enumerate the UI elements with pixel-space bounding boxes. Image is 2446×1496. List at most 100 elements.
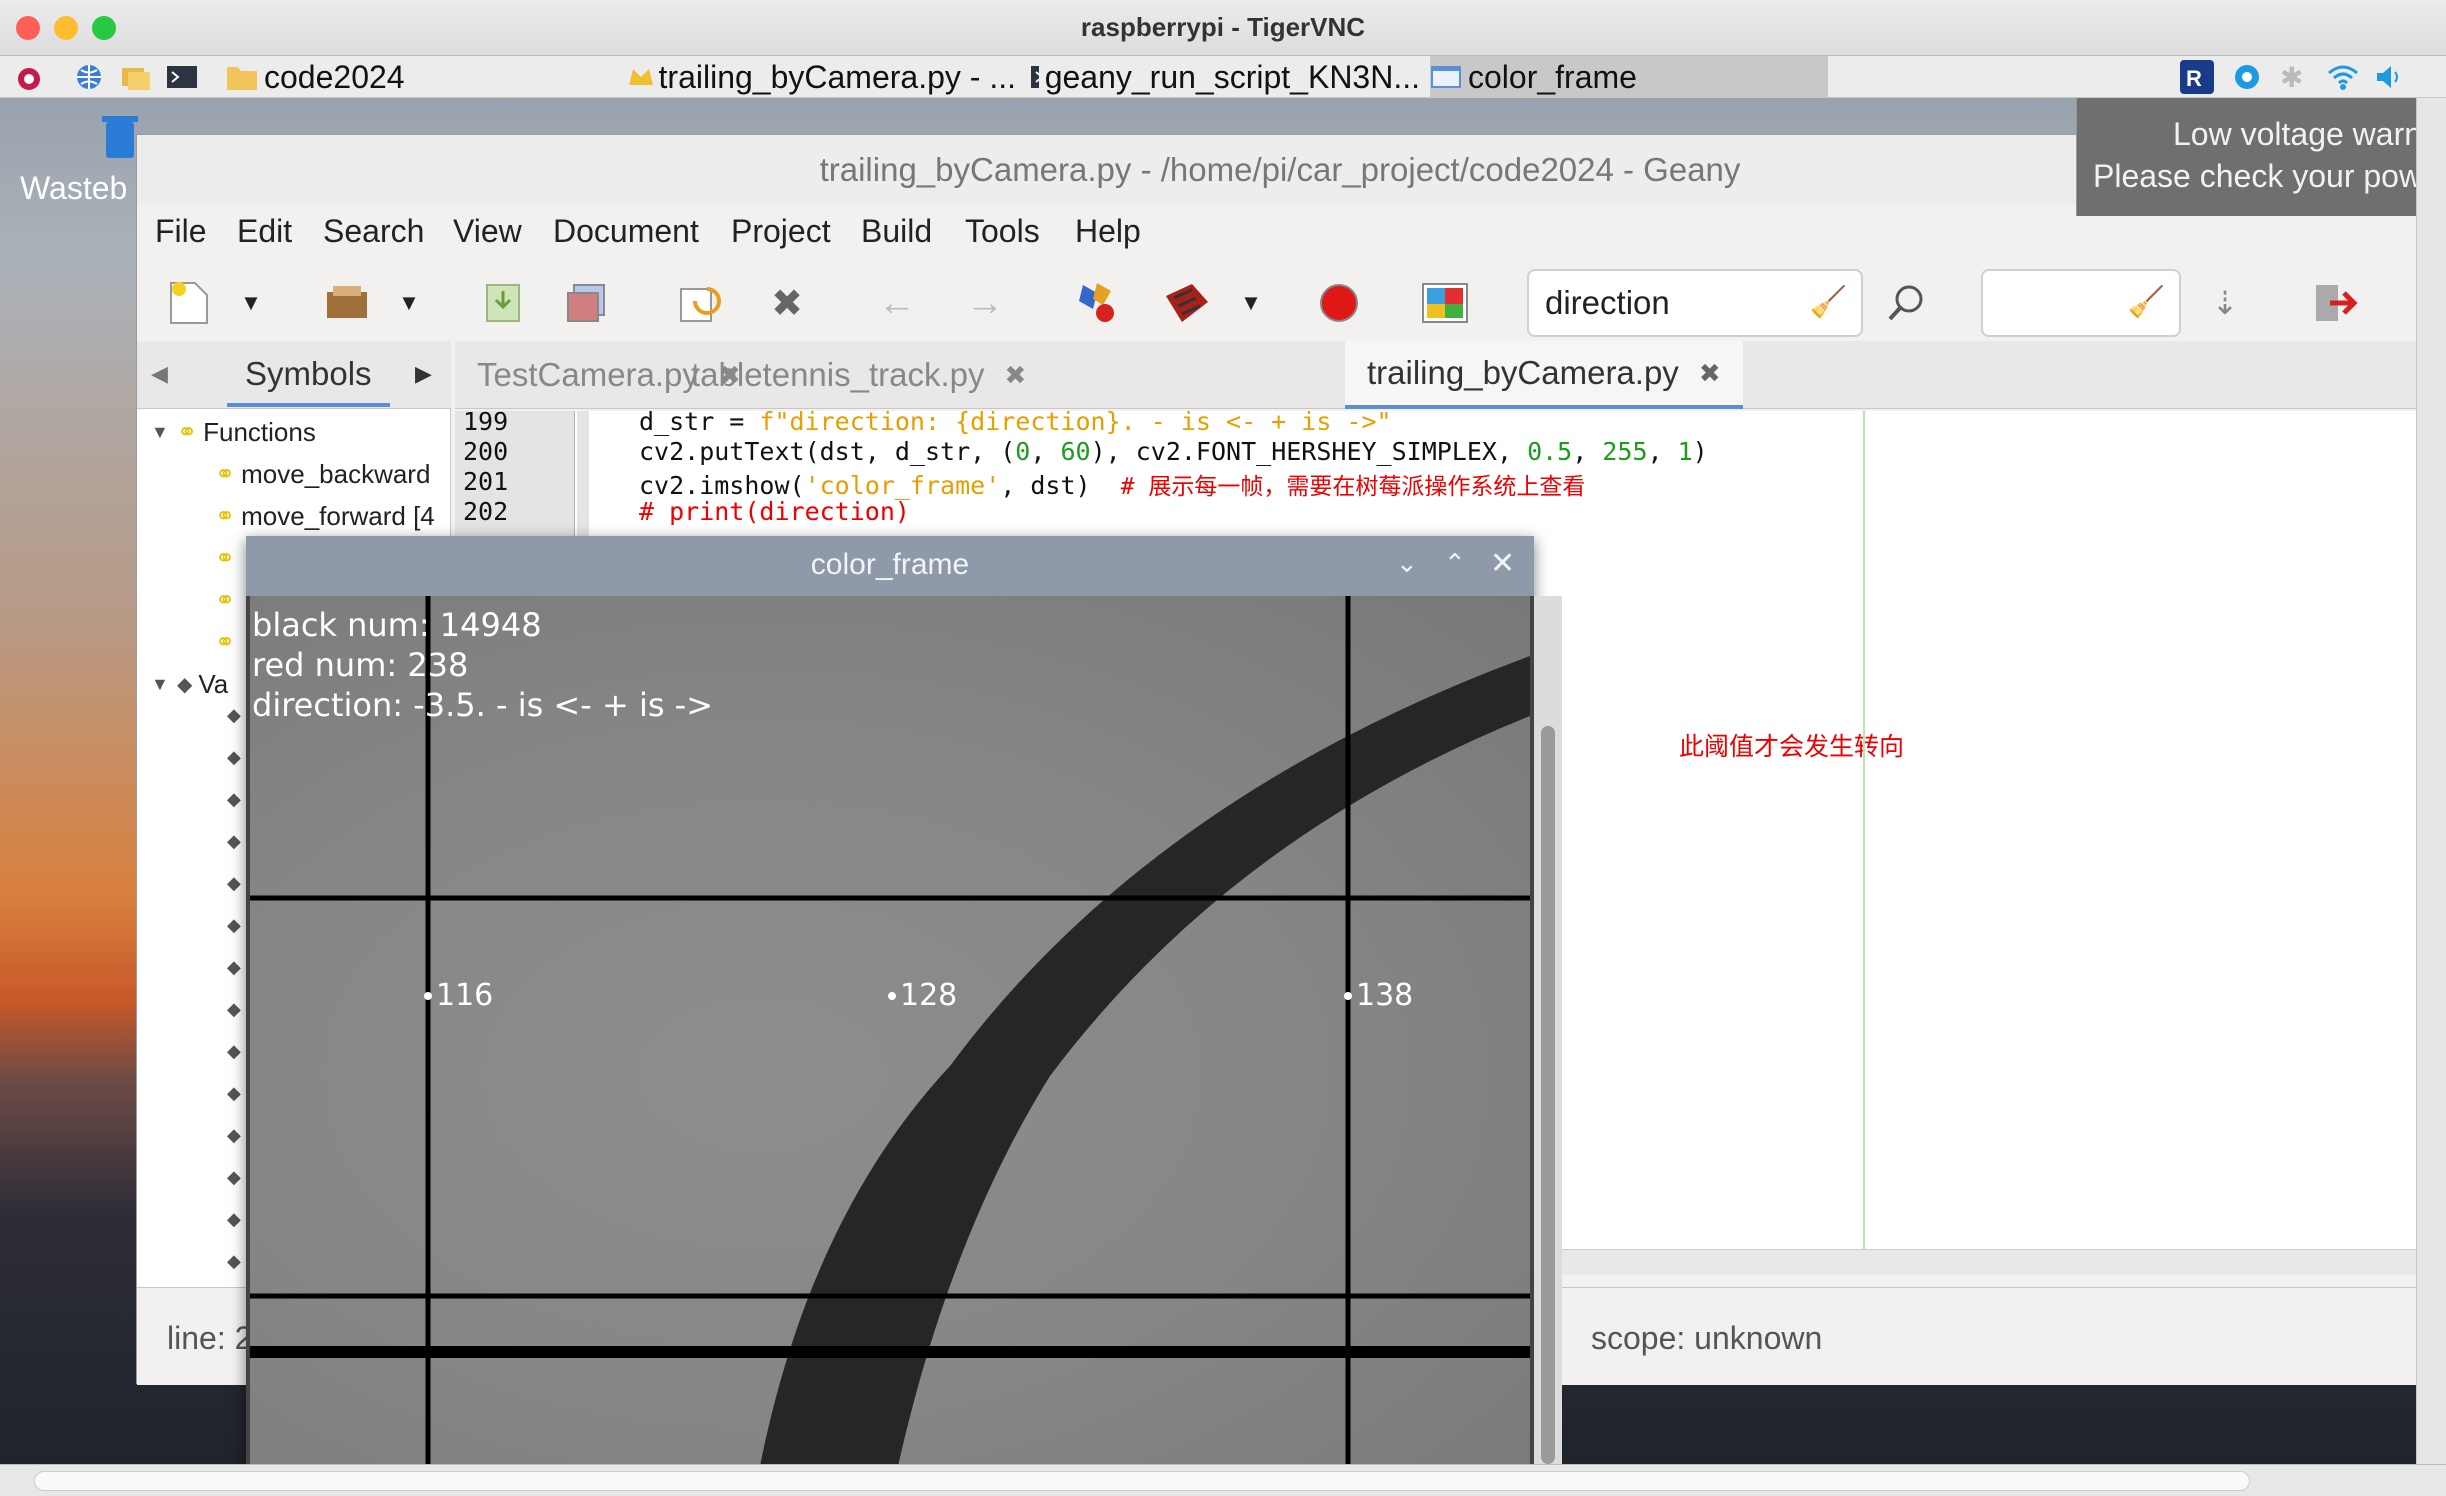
color-frame-scrollbar[interactable] xyxy=(1534,596,1562,1464)
tab-trailing-bycamera[interactable]: trailing_byCamera.py ✖ xyxy=(1345,341,1743,409)
close-tab-icon[interactable]: ✖ xyxy=(1699,358,1721,389)
chevron-left-icon[interactable]: ◀ xyxy=(151,361,168,387)
scrollbar-thumb[interactable] xyxy=(1541,726,1555,1464)
chevron-down-icon[interactable]: ▼ xyxy=(1233,273,1269,333)
code-text: , xyxy=(1572,437,1603,466)
taskbar-item-label: code2024 xyxy=(264,58,405,95)
tree-item[interactable]: ⚭ xyxy=(215,621,235,663)
variable-icon[interactable]: ◆ xyxy=(227,999,241,1020)
arrow-right-icon[interactable]: → xyxy=(955,273,1015,333)
menu-view[interactable]: View xyxy=(453,213,522,250)
compile-icon[interactable] xyxy=(1067,273,1127,333)
trash-icon[interactable] xyxy=(100,112,140,165)
variable-icon[interactable]: ◆ xyxy=(227,789,241,810)
build-icon[interactable] xyxy=(1157,273,1217,333)
close-file-icon[interactable]: ✖ xyxy=(757,273,817,333)
line-number: 199 xyxy=(463,411,509,436)
folder-icon xyxy=(227,67,257,90)
scrollbar-thumb[interactable] xyxy=(34,1471,2250,1491)
taskbar-item-code2024[interactable]: code2024 xyxy=(226,56,606,98)
code-comment: # 展示每一帧，需要在树莓派操作系统上查看 xyxy=(1120,474,1586,500)
goto-line-icon[interactable]: ⇣ xyxy=(2195,273,2255,333)
menu-file[interactable]: File xyxy=(155,213,207,250)
variable-icon[interactable]: ◆ xyxy=(227,1209,241,1230)
menu-help[interactable]: Help xyxy=(1075,213,1141,250)
save-icon[interactable] xyxy=(473,273,533,333)
close-tab-icon[interactable]: ✖ xyxy=(1005,360,1027,391)
search-icon[interactable] xyxy=(1877,273,1937,333)
stop-icon[interactable] xyxy=(1309,273,1369,333)
taskbar-item-trailing[interactable]: trailing_byCamera.py - ... xyxy=(626,56,1016,98)
chevron-down-icon[interactable]: ▼ xyxy=(233,273,269,333)
tab-tabletennis-track[interactable]: tabletennis_track.py ✖ xyxy=(669,341,1048,409)
revert-icon[interactable] xyxy=(669,273,729,333)
long-line-marker xyxy=(1863,411,1865,1275)
globe-icon xyxy=(77,65,101,89)
chevron-down-icon[interactable]: ▼ xyxy=(391,273,427,333)
variables-label: Va xyxy=(198,668,229,699)
variable-icon[interactable]: ◆ xyxy=(227,915,241,936)
menu-document[interactable]: Document xyxy=(553,213,699,250)
tree-variables[interactable]: ▼ ◆ Va xyxy=(151,663,228,705)
browser-launcher[interactable] xyxy=(74,56,104,98)
tree-item[interactable]: ⚭ xyxy=(215,579,235,621)
variable-icon[interactable]: ◆ xyxy=(227,1125,241,1146)
clear-broom-icon[interactable]: 🧹 xyxy=(1810,271,1847,335)
taskbar-item-color-frame[interactable]: color_frame xyxy=(1430,56,1828,98)
tab-symbols[interactable]: Symbols xyxy=(227,355,390,407)
menu-tools[interactable]: Tools xyxy=(965,213,1040,250)
variable-icon[interactable]: ◆ xyxy=(227,1167,241,1188)
tree-item[interactable]: ⚭ xyxy=(215,537,235,579)
expand-arrow-icon[interactable]: ▼ xyxy=(151,422,177,443)
clear-broom-icon[interactable]: 🧹 xyxy=(2128,271,2165,335)
files-launcher[interactable] xyxy=(120,56,152,98)
variable-icon[interactable]: ◆ xyxy=(227,1251,241,1272)
tree-item-move-forward[interactable]: ⚭ move_forward [4 xyxy=(215,495,435,537)
update-tray-icon[interactable] xyxy=(2232,56,2262,98)
vnc-hscrollbar[interactable] xyxy=(0,1464,2446,1496)
update-icon xyxy=(2235,65,2259,89)
menu-edit[interactable]: Edit xyxy=(237,213,292,250)
chevron-up-icon[interactable]: ⌃ xyxy=(1444,548,1466,579)
variable-icon[interactable]: ◆ xyxy=(227,705,241,726)
chevron-down-icon[interactable]: ⌄ xyxy=(1396,548,1418,579)
tree-functions[interactable]: ▼ ⚭ Functions xyxy=(151,411,316,453)
vnc-tray-icon[interactable]: R xyxy=(2180,56,2214,98)
color-chooser-icon[interactable] xyxy=(1415,273,1475,333)
code-string: 'color_frame' xyxy=(804,471,1001,500)
variable-icon[interactable]: ◆ xyxy=(227,747,241,768)
terminal-launcher[interactable] xyxy=(166,56,198,98)
color-frame-titlebar[interactable]: color_frame ⌄ ⌃ ✕ xyxy=(246,536,1534,596)
variable-icon[interactable]: ◆ xyxy=(227,1083,241,1104)
low-voltage-notification[interactable]: Low voltage warn Please check your pow xyxy=(2076,98,2446,216)
volume-icon[interactable] xyxy=(2374,56,2404,98)
quit-icon[interactable] xyxy=(2305,273,2365,333)
tree-item-move-backward[interactable]: ⚭ move_backward xyxy=(215,453,430,495)
bluetooth-icon[interactable]: ✱ xyxy=(2280,56,2303,98)
variable-icon[interactable]: ◆ xyxy=(227,957,241,978)
new-file-icon[interactable] xyxy=(159,273,219,333)
goto-line-input[interactable]: 🧹 xyxy=(1981,269,2181,337)
save-all-icon[interactable] xyxy=(557,273,617,333)
arrow-left-icon[interactable]: ← xyxy=(867,273,927,333)
variable-icon[interactable]: ◆ xyxy=(227,1041,241,1062)
variable-icon[interactable]: ◆ xyxy=(227,831,241,852)
menu-build[interactable]: Build xyxy=(861,213,932,250)
variable-icon[interactable]: ◆ xyxy=(227,873,241,894)
close-icon[interactable]: ✕ xyxy=(1490,546,1515,581)
menu-search[interactable]: Search xyxy=(323,213,424,250)
search-input[interactable]: direction 🧹 xyxy=(1527,269,1863,337)
menu-project[interactable]: Project xyxy=(731,213,831,250)
color-frame-window: color_frame ⌄ ⌃ ✕ black num: 14948 red n… xyxy=(246,536,1534,1466)
variable-icon: ◆ xyxy=(177,673,193,696)
code-text: ) xyxy=(1692,437,1708,466)
expand-arrow-icon[interactable]: ▼ xyxy=(151,674,177,695)
function-icon: ⚭ xyxy=(215,544,236,572)
open-file-icon[interactable] xyxy=(317,273,377,333)
chevron-right-icon[interactable]: ▶ xyxy=(415,361,432,387)
vnc-vscrollbar[interactable] xyxy=(2416,98,2446,1464)
wifi-icon[interactable] xyxy=(2326,56,2360,98)
taskbar-item-geany-run-script[interactable]: geany_run_script_KN3N... xyxy=(1030,56,1420,98)
status-scope: scope: unknown xyxy=(1591,1320,1823,1356)
raspberry-menu-button[interactable] xyxy=(14,56,44,98)
